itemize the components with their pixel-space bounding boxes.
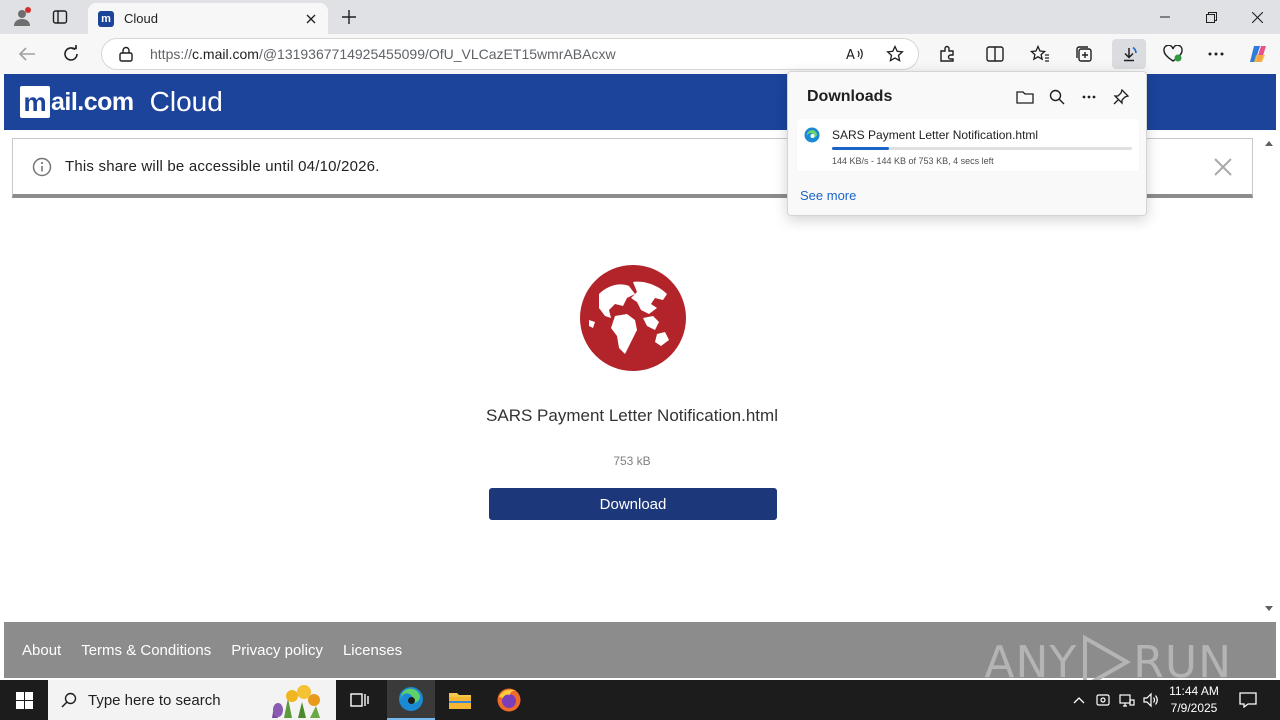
mailcom-favicon-icon: m [98, 10, 114, 27]
settings-more-icon[interactable] [1201, 39, 1231, 69]
url-scheme: https:// [150, 46, 193, 62]
pin-icon[interactable] [1110, 86, 1132, 108]
svg-text:A: A [846, 48, 855, 62]
firefox-icon[interactable] [485, 680, 533, 720]
favorites-icon[interactable] [1025, 39, 1055, 69]
collections-icon[interactable] [1069, 39, 1099, 69]
meet-now-icon[interactable] [1092, 680, 1114, 720]
tab-title: Cloud [124, 11, 158, 26]
logo-text: ail.com [51, 87, 134, 116]
back-icon[interactable] [12, 39, 42, 69]
tab-cloud[interactable]: m Cloud [88, 3, 328, 34]
search-downloads-icon[interactable] [1046, 86, 1068, 108]
windows-taskbar: Type here to search 11:44 AM 7/9/2025 [0, 680, 1280, 720]
notice-text: This share will be accessible until 04/1… [65, 158, 380, 175]
address-bar[interactable]: https://c.mail.com/@1319367714925455099/… [101, 38, 919, 70]
downloads-title: Downloads [807, 88, 893, 105]
profile-icon[interactable] [9, 4, 35, 30]
download-progress-track [832, 147, 1132, 150]
taskbar-search[interactable]: Type here to search [48, 680, 336, 720]
open-folder-icon[interactable] [1014, 86, 1036, 108]
search-icon [60, 691, 78, 709]
tab-bar: m Cloud [0, 0, 1280, 34]
windows-start-icon[interactable] [0, 680, 48, 720]
download-file-name[interactable]: SARS Payment Letter Notification.html [832, 128, 1038, 142]
search-placeholder: Type here to search [88, 691, 221, 709]
favorite-star-icon[interactable] [880, 39, 910, 69]
section-title: Cloud [149, 86, 223, 117]
volume-icon[interactable] [1140, 680, 1162, 720]
tab-actions-icon[interactable] [47, 4, 73, 30]
flowers-search-art-icon [272, 685, 320, 718]
clock-time: 11:44 AM [1169, 684, 1219, 698]
task-view-icon[interactable] [336, 680, 384, 720]
scroll-up-arrow-icon[interactable] [1264, 138, 1274, 148]
url-path: /@1319367714925455099/OfU_VLCazET15wmrAB… [258, 46, 616, 62]
file-explorer-icon[interactable] [436, 680, 484, 720]
edge-file-icon [804, 127, 820, 143]
see-more-link[interactable]: See more [800, 188, 856, 203]
copilot-icon[interactable] [1243, 39, 1273, 69]
taskbar-edge-icon[interactable] [387, 680, 435, 720]
scroll-down-arrow-icon[interactable] [1264, 604, 1274, 614]
mailcom-cloud-logo[interactable]: m ail.com Cloud [20, 86, 223, 118]
split-screen-icon[interactable] [980, 39, 1010, 69]
download-item[interactable]: SARS Payment Letter Notification.html 14… [797, 119, 1139, 171]
new-tab-icon[interactable] [336, 4, 362, 30]
clock-date: 7/9/2025 [1170, 701, 1218, 715]
extensions-icon[interactable] [932, 39, 962, 69]
footer-link-licenses[interactable]: Licenses [343, 642, 402, 659]
footer-link-terms[interactable]: Terms & Conditions [81, 642, 211, 659]
download-status: 144 KB/s - 144 KB of 753 KB, 4 secs left [832, 156, 994, 166]
downloads-panel: Downloads SARS Payment Letter Notificati… [787, 71, 1147, 216]
close-window-icon[interactable] [1234, 0, 1280, 34]
notifications-icon[interactable] [1232, 680, 1264, 720]
system-clock[interactable]: 11:44 AM 7/9/2025 [1162, 683, 1226, 717]
browser-toolbar: https://c.mail.com/@1319367714925455099/… [0, 34, 1280, 74]
restore-icon[interactable] [1188, 0, 1234, 34]
minimize-icon[interactable] [1142, 0, 1188, 34]
info-icon [31, 156, 53, 178]
footer-link-privacy[interactable]: Privacy policy [231, 642, 323, 659]
downloads-more-icon[interactable] [1078, 86, 1100, 108]
notice-close-icon[interactable] [1212, 156, 1234, 178]
lock-icon[interactable] [116, 44, 136, 64]
logo-m-box: m [20, 86, 50, 118]
file-name: SARS Payment Letter Notification.html [486, 406, 778, 425]
network-icon[interactable] [1116, 680, 1138, 720]
globe-file-icon [580, 265, 686, 371]
show-hidden-icons-icon[interactable] [1068, 680, 1090, 720]
refresh-icon[interactable] [56, 39, 86, 69]
footer-link-about[interactable]: About [22, 642, 61, 659]
file-size: 753 kB [613, 454, 651, 468]
url-text[interactable]: https://c.mail.com/@1319367714925455099/… [150, 46, 918, 62]
url-host: c.mail.com [192, 46, 259, 62]
download-progress-fill [832, 147, 889, 150]
site-footer: About Terms & Conditions Privacy policy … [4, 622, 1276, 690]
browser-essentials-icon[interactable] [1158, 39, 1188, 69]
read-aloud-icon[interactable]: A [840, 39, 870, 69]
download-button[interactable]: Download [489, 488, 777, 520]
downloads-icon[interactable] [1112, 39, 1146, 69]
tab-close-icon[interactable] [302, 10, 320, 28]
